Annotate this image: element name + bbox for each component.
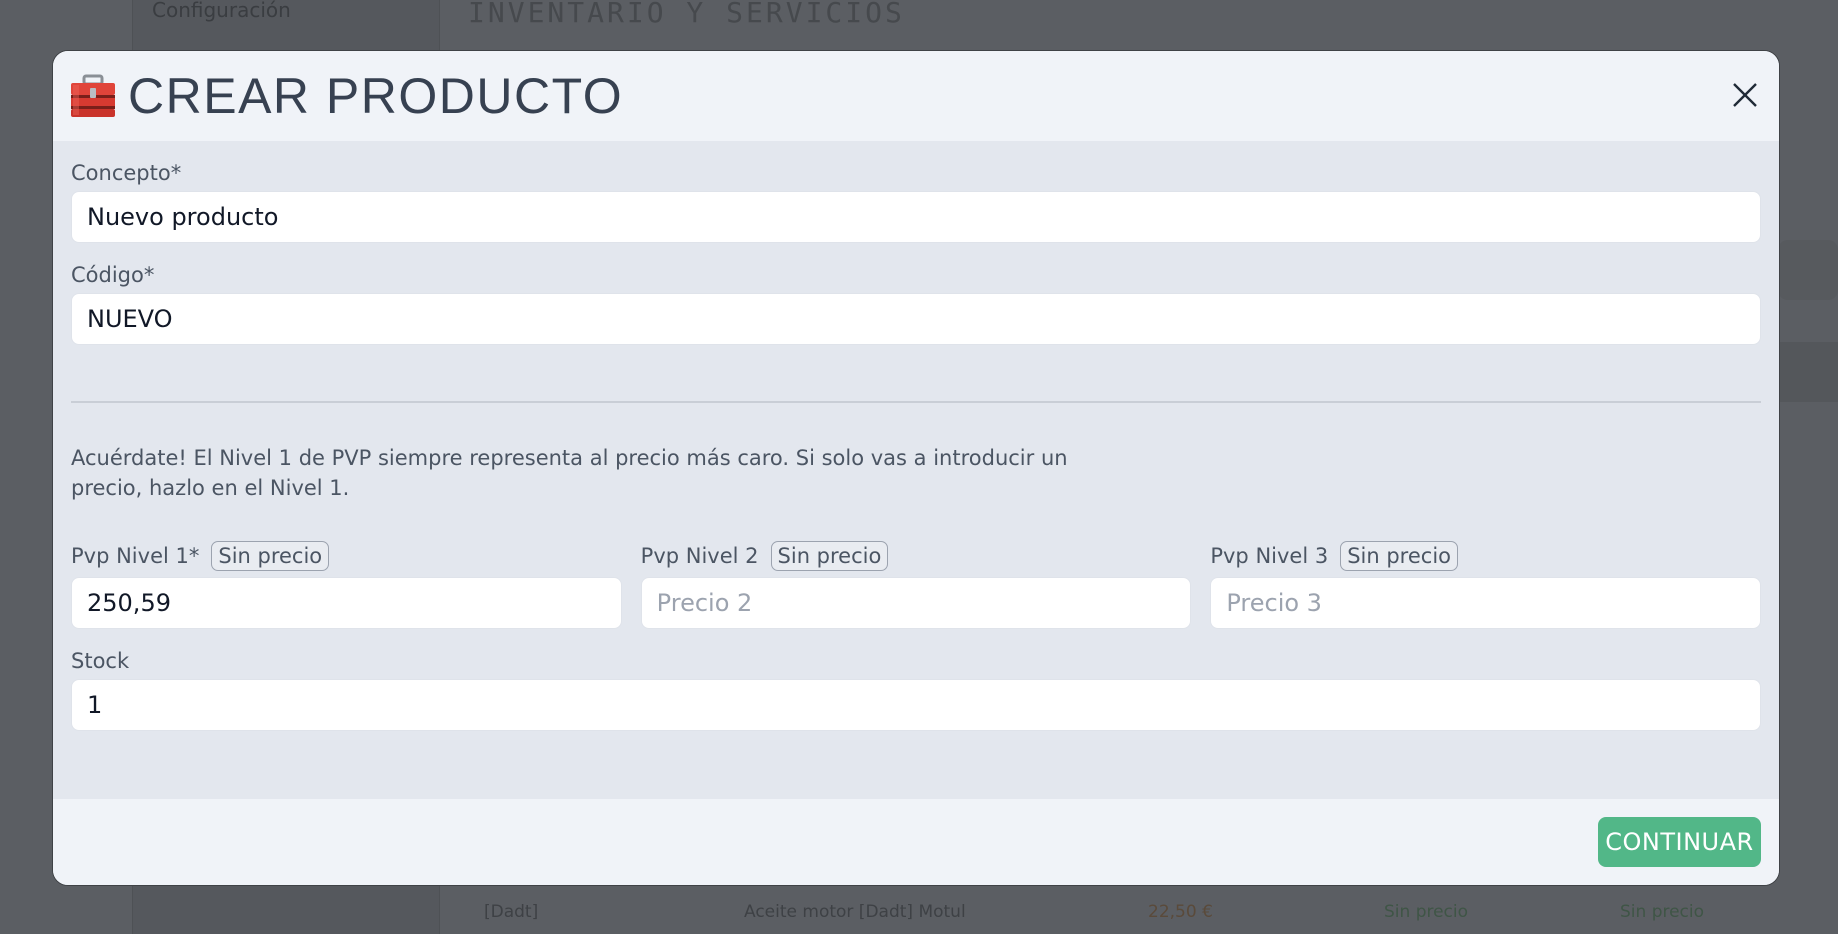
price-level-2-input[interactable]: Precio 2	[640, 577, 1192, 629]
price-level-3-no-price-badge[interactable]: Sin precio	[1340, 541, 1459, 571]
background-cell: Sin precio	[1384, 902, 1469, 922]
close-icon[interactable]	[1729, 79, 1761, 111]
price-level-3-label-row: Pvp Nivel 3 Sin precio	[1210, 541, 1761, 571]
modal-footer: CONTINUAR	[53, 799, 1779, 885]
divider	[71, 401, 1761, 403]
price-level-1-no-price-badge[interactable]: Sin precio	[211, 541, 330, 571]
prices-row: Pvp Nivel 1* Sin precio 250,59 Pvp Nivel…	[71, 541, 1762, 629]
price-level-1-label-row: Pvp Nivel 1* Sin precio	[71, 541, 622, 571]
modal-title: CREAR PRODUCTO	[128, 68, 624, 124]
price-level-2-label: Pvp Nivel 2	[640, 544, 759, 568]
price-level-2-no-price-badge[interactable]: Sin precio	[770, 541, 889, 571]
background-table-row: [Dadt] Aceite motor [Dadt] Motul 22,50 €…	[480, 898, 1838, 934]
price-level-1-label: Pvp Nivel 1*	[71, 544, 200, 568]
price-level-1-input[interactable]: 250,59	[71, 577, 622, 629]
background-sidebar-label: Configuración	[152, 0, 291, 22]
continue-button[interactable]: CONTINUAR	[1598, 817, 1761, 867]
modal-header: CREAR PRODUCTO	[53, 51, 1779, 141]
codigo-group: Código* NUEVO	[71, 263, 1761, 345]
stock-input[interactable]: 1	[71, 679, 1761, 731]
concepto-group: Concepto* Nuevo producto	[71, 161, 1761, 243]
price-level-3: Pvp Nivel 3 Sin precio Precio 3	[1210, 541, 1762, 629]
background-cell: Sin precio	[1620, 902, 1705, 922]
background-cell: 22,50 €	[1148, 902, 1213, 922]
stock-label: Stock	[71, 649, 130, 673]
price-level-2-label-row: Pvp Nivel 2 Sin precio	[641, 541, 1192, 571]
price-level-3-label: Pvp Nivel 3	[1210, 544, 1329, 568]
toolbox-icon	[70, 74, 116, 118]
price-level-3-input[interactable]: Precio 3	[1210, 577, 1762, 629]
create-product-modal: CREAR PRODUCTO Concepto* Nuevo producto …	[52, 50, 1780, 886]
stock-group: Stock 1	[71, 649, 1761, 731]
concepto-label: Concepto*	[71, 161, 182, 185]
price-level-1: Pvp Nivel 1* Sin precio 250,59	[71, 541, 622, 629]
pvp-notice: Acuérdate! El Nivel 1 de PVP siempre rep…	[71, 446, 1068, 500]
background-cell: Aceite motor [Dadt] Motul	[744, 902, 966, 922]
background-cell: [Dadt]	[484, 902, 539, 922]
concepto-input[interactable]: Nuevo producto	[71, 191, 1761, 243]
background-button	[1778, 240, 1838, 300]
price-level-2: Pvp Nivel 2 Sin precio Precio 2	[640, 541, 1192, 629]
codigo-input[interactable]: NUEVO	[71, 293, 1761, 345]
codigo-label: Código*	[71, 263, 155, 287]
modal-body: Concepto* Nuevo producto Código* NUEVO A…	[53, 141, 1779, 801]
background-page-title: INVENTARIO Y SERVICIOS	[468, 0, 905, 29]
background-band	[1778, 342, 1838, 402]
